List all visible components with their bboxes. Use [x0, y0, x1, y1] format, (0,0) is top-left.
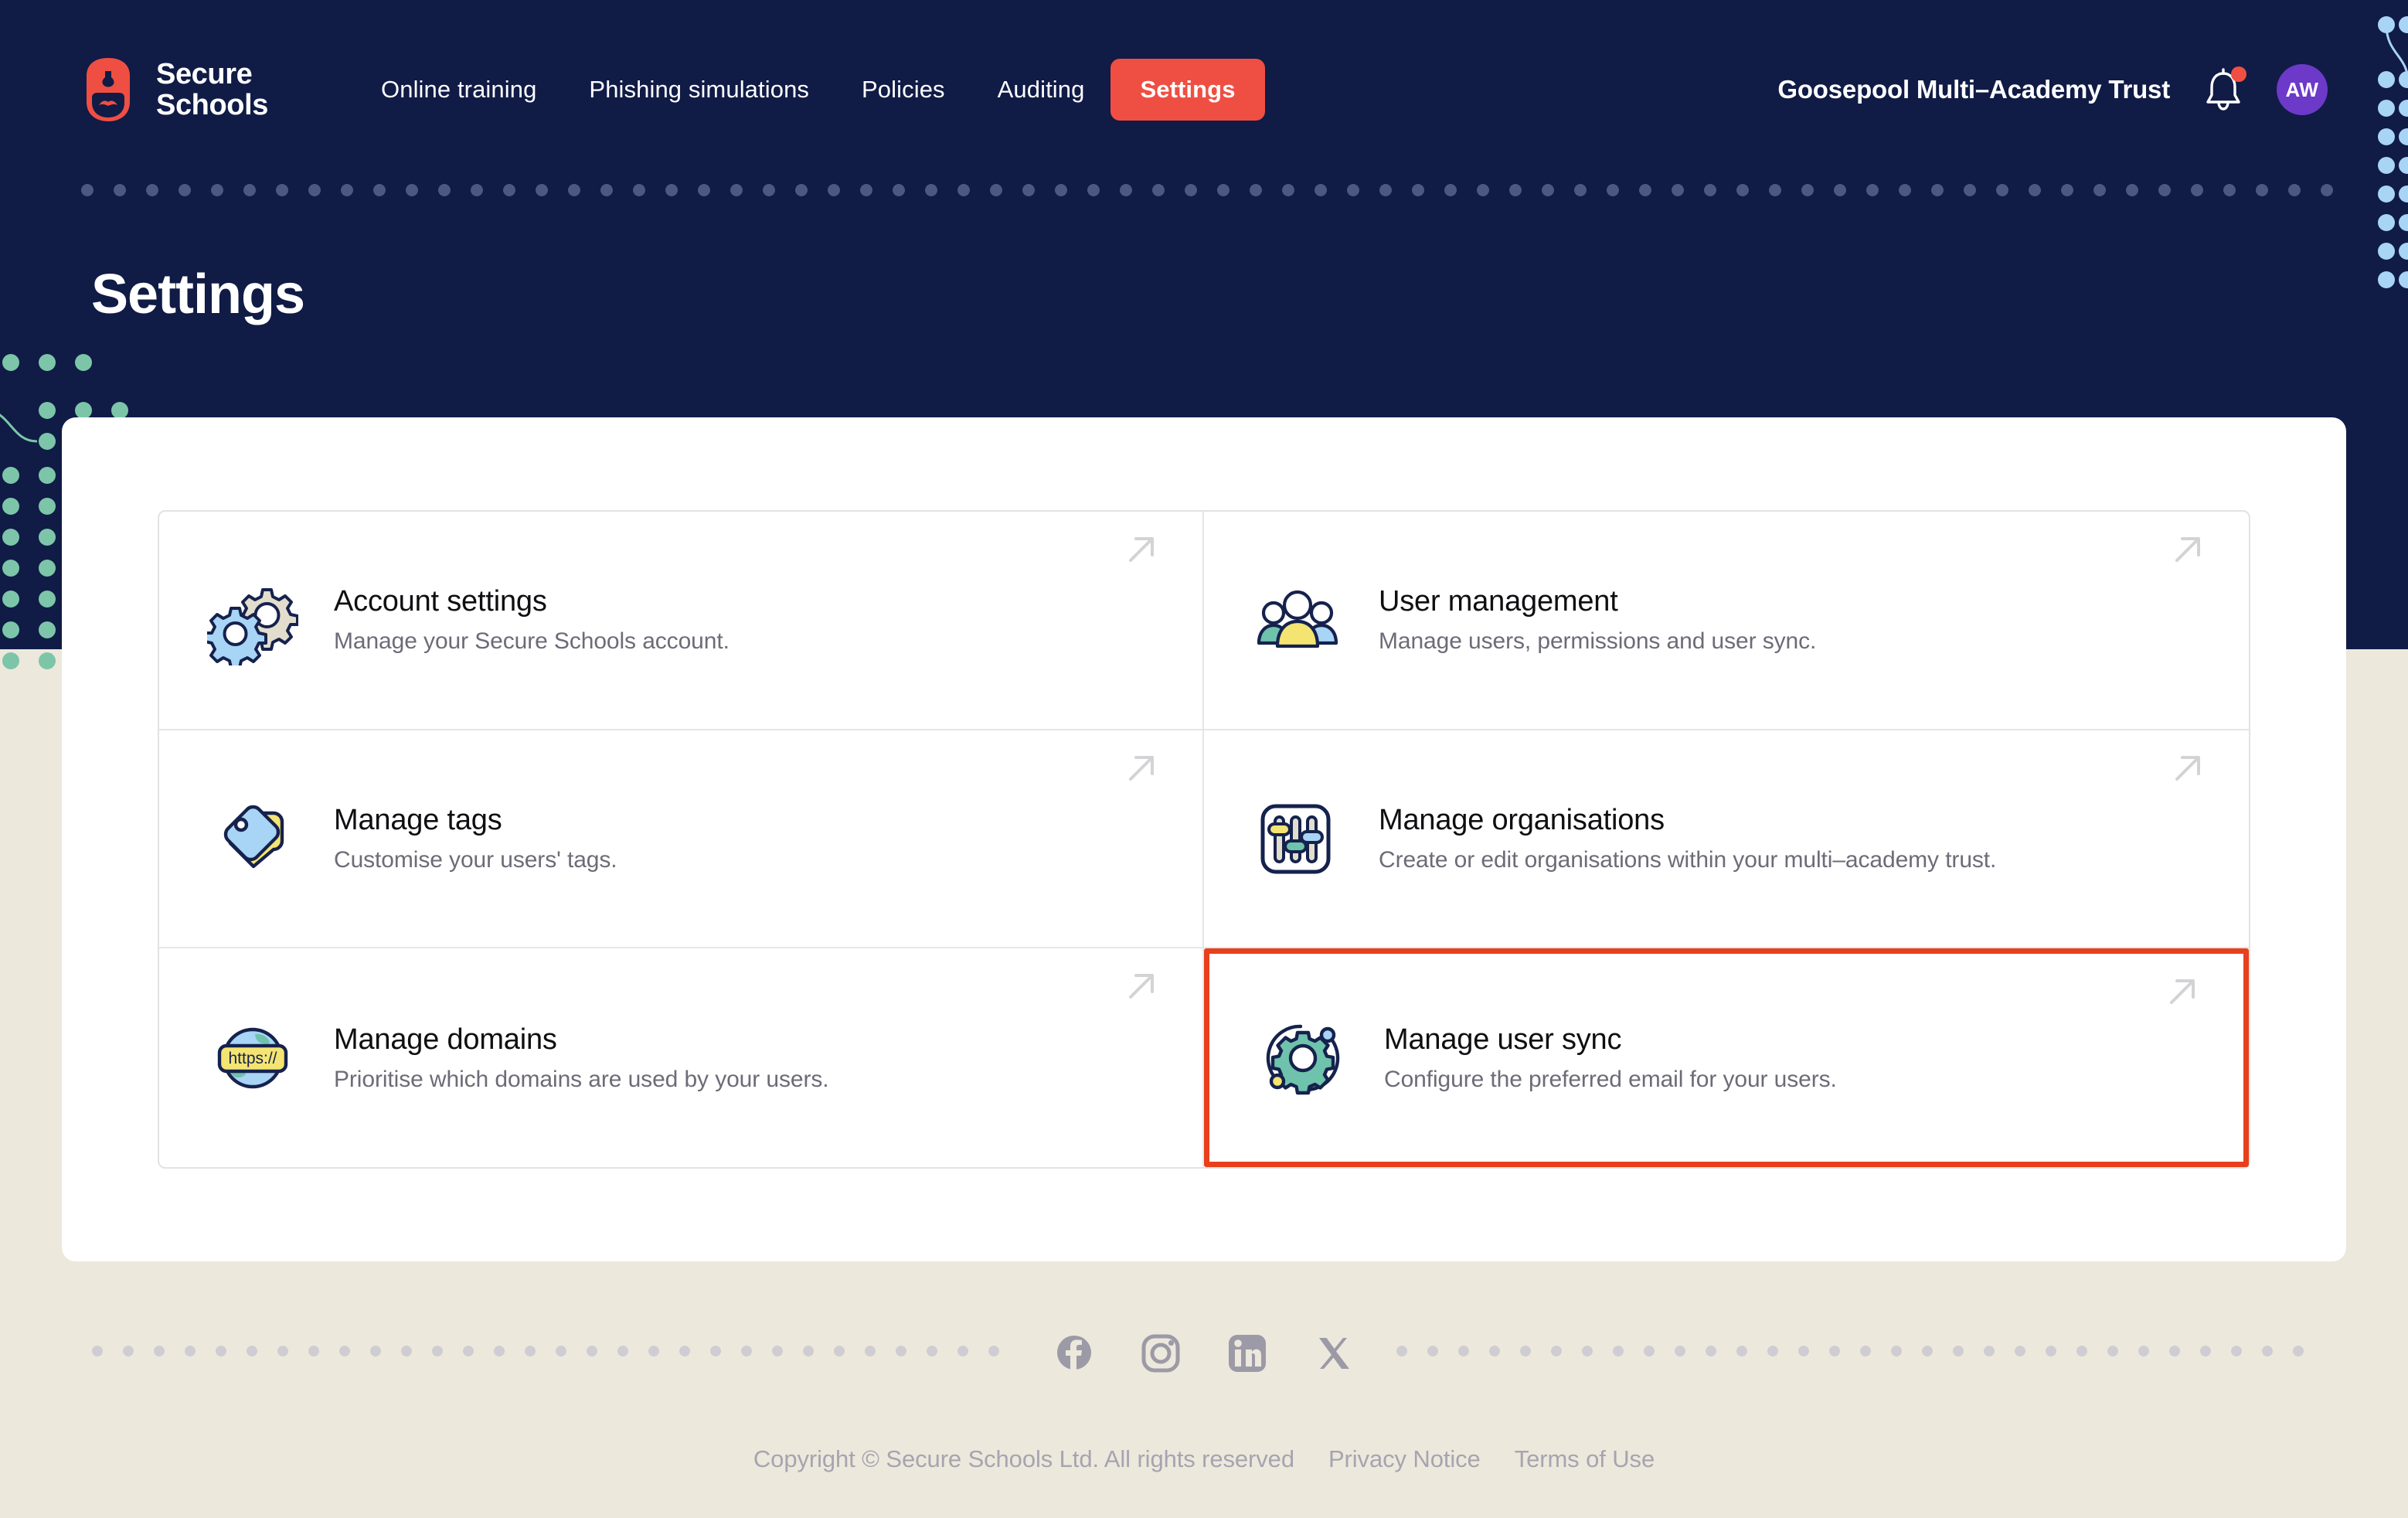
brand-line-2: Schools [156, 89, 269, 121]
brand-name: Secure Schools [156, 57, 269, 121]
main-nav: Online training Phishing simulations Pol… [355, 59, 1265, 121]
organisation-name: Goosepool Multi–Academy Trust [1777, 75, 2170, 104]
card-subtitle: Manage users, permissions and user sync. [1379, 628, 1817, 655]
nav-item-policies[interactable]: Policies [835, 60, 971, 119]
gear-sync-icon [1266, 1024, 1340, 1094]
facebook-icon [1057, 1336, 1091, 1370]
card-title: Manage domains [334, 1023, 557, 1056]
arrow-up-right-icon [1129, 537, 1154, 562]
card-title: User management [1379, 585, 1618, 618]
card-subtitle: Customise your users' tags. [334, 846, 617, 873]
app-page: Secure Schools Online training Phishing … [0, 0, 2408, 1518]
footer-link-terms-of-use[interactable]: Terms of Use [1515, 1445, 1655, 1473]
arrow-up-right-icon [2175, 537, 2200, 562]
top-navigation-bar: Secure Schools Online training Phishing … [0, 0, 2408, 179]
secure-schools-padlock-logo-icon [87, 58, 130, 121]
card-title: Manage organisations [1379, 803, 1665, 836]
page-footer: Copyright © Secure Schools Ltd. All righ… [0, 1291, 2408, 1518]
card-manage-domains[interactable]: https:// Manage domains Prioritise which… [159, 948, 1204, 1167]
nav-item-phishing-simulations[interactable]: Phishing simulations [563, 60, 835, 119]
card-title: Account settings [334, 585, 547, 618]
card-text: Manage organisations Create or edit orga… [1379, 804, 2170, 873]
page-title: Settings [91, 264, 305, 325]
card-text: Manage domains Prioritise which domains … [334, 1023, 1124, 1093]
card-user-management[interactable]: User management Manage users, permission… [1204, 512, 2249, 730]
card-manage-organisations[interactable]: Manage organisations Create or edit orga… [1204, 730, 2249, 949]
footer-link-privacy-notice[interactable]: Privacy Notice [1328, 1445, 1481, 1473]
card-subtitle: Configure the preferred email for your u… [1384, 1066, 1837, 1092]
nav-item-auditing[interactable]: Auditing [971, 60, 1111, 119]
user-avatar[interactable]: AW [2277, 64, 2328, 115]
footer-copyright: Copyright © Secure Schools Ltd. All righ… [753, 1445, 1294, 1472]
card-title: Manage user sync [1384, 1023, 1622, 1056]
nav-item-online-training[interactable]: Online training [355, 60, 563, 119]
globe-https-icon: https:// [217, 1027, 288, 1088]
card-text: Account settings Manage your Secure Scho… [334, 585, 1124, 655]
social-link-linkedin[interactable] [1225, 1331, 1270, 1380]
linkedin-icon [1229, 1335, 1266, 1372]
settings-cards-grid: Account settings Manage your Secure Scho… [158, 510, 2250, 1169]
brand-logo-link[interactable]: Secure Schools [80, 56, 268, 124]
header-dotted-divider [80, 183, 2337, 197]
nav-item-settings[interactable]: Settings [1110, 59, 1265, 121]
card-text: Manage tags Customise your users' tags. [334, 804, 1124, 873]
x-twitter-icon [1319, 1338, 1349, 1369]
card-subtitle: Manage your Secure Schools account. [334, 628, 730, 655]
card-text: User management Manage users, permission… [1379, 585, 2170, 655]
card-manage-user-sync[interactable]: Manage user sync Configure the preferred… [1204, 948, 2249, 1167]
card-manage-tags[interactable]: Manage tags Customise your users' tags. [159, 730, 1204, 949]
arrow-up-right-icon [1129, 755, 1154, 781]
globe-banner-label: https:// [228, 1050, 277, 1067]
notification-badge-dot [2231, 66, 2246, 82]
social-links [0, 1331, 2408, 1380]
card-text: Manage user sync Configure the preferred… [1384, 1023, 2165, 1093]
social-link-instagram[interactable] [1138, 1331, 1183, 1380]
social-link-x[interactable] [1311, 1331, 1356, 1380]
footer-links: Copyright © Secure Schools Ltd. All righ… [0, 1445, 2408, 1473]
card-subtitle: Create or edit organisations within your… [1379, 846, 1997, 873]
notifications-button[interactable] [2202, 66, 2246, 112]
tags-icon [223, 805, 284, 869]
users-group-icon [1257, 591, 1338, 648]
card-account-settings[interactable]: Account settings Manage your Secure Scho… [159, 512, 1204, 730]
arrow-up-right-icon [2175, 755, 2200, 781]
arrow-up-right-icon [2170, 979, 2195, 1005]
header-right-controls: Goosepool Multi–Academy Trust AW [1777, 64, 2328, 115]
card-title: Manage tags [334, 803, 502, 836]
gears-icon [207, 588, 298, 666]
social-link-facebook[interactable] [1052, 1331, 1097, 1380]
instagram-icon [1141, 1334, 1180, 1373]
arrow-up-right-icon [1129, 974, 1154, 999]
sliders-icon [1260, 804, 1331, 874]
brand-line-1: Secure [156, 57, 253, 90]
settings-panel: Account settings Manage your Secure Scho… [62, 417, 2346, 1261]
card-subtitle: Prioritise which domains are used by you… [334, 1066, 829, 1092]
